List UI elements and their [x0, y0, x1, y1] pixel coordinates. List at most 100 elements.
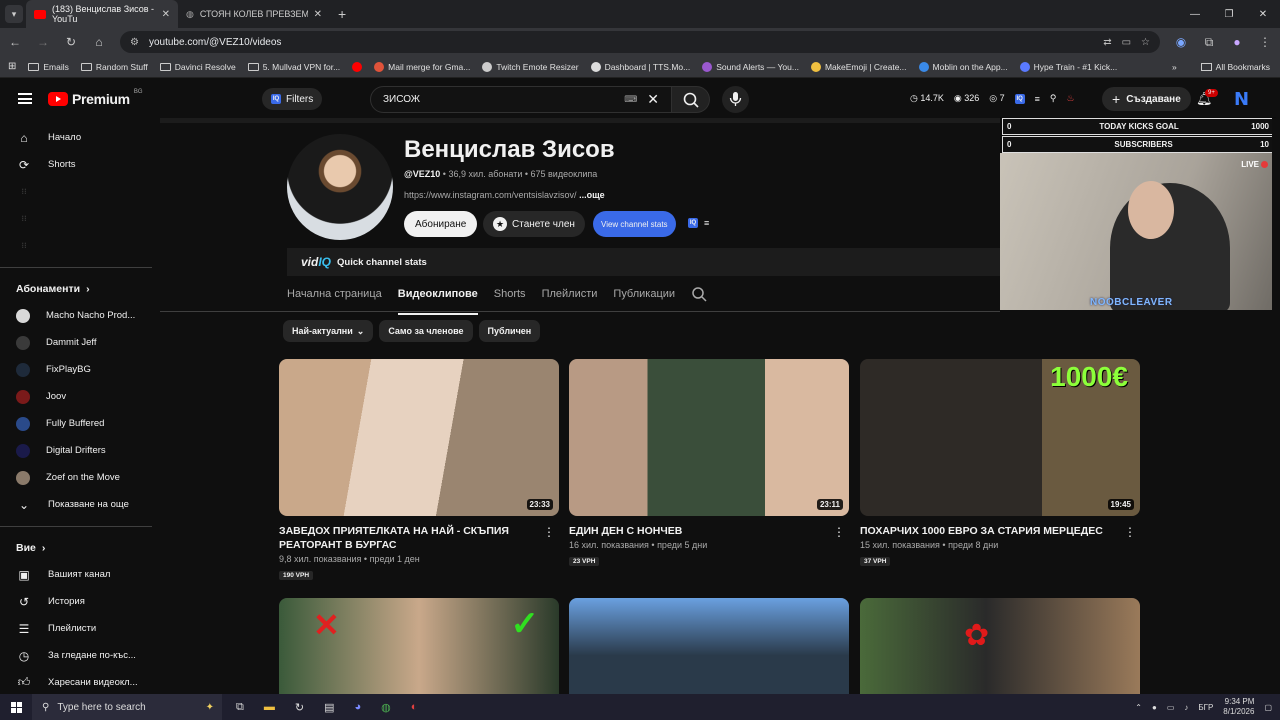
sidebar-item-your-channel[interactable]: ▣ Вашият канал	[0, 561, 160, 588]
taskbar-search[interactable]: ⚲ Type here to search ✦	[32, 694, 222, 720]
app-icon[interactable]: ▤	[324, 701, 334, 714]
vidiq-icon[interactable]: IQ	[1014, 93, 1025, 104]
sidebar-item-liked[interactable]: 👍︎ Харесани видеокл...	[0, 669, 160, 696]
close-tab-icon[interactable]: ✕	[314, 9, 322, 20]
video-thumbnail[interactable]: ✿	[860, 598, 1140, 694]
tools-icon[interactable]: ⚲	[1050, 93, 1057, 104]
video-menu-icon[interactable]: ⋮	[543, 525, 555, 539]
browser-tab[interactable]: ◍ СТОЯН КОЛЕВ ПРЕВЗЕМА ТИ ✕	[178, 0, 330, 28]
channel-description[interactable]: https://www.instagram.com/ventsislavziso…	[404, 190, 605, 200]
search-button[interactable]	[672, 86, 710, 113]
extensions-puzzle-icon[interactable]: ⧉	[1202, 35, 1216, 50]
video-card[interactable]: 23:11 ЕДИН ДЕН С НОНЧЕВ 16 хил. показван…	[569, 359, 849, 568]
video-thumbnail[interactable]: ✕ ✓	[279, 598, 559, 694]
clock[interactable]: 9:34 PM 8/1/2026	[1223, 697, 1254, 717]
channel-avatar[interactable]	[287, 134, 393, 240]
chrome-icon[interactable]: ◍	[381, 701, 391, 714]
video-card[interactable]: 23:33 ЗАВЕДОХ ПРИЯТЕЛКАТА НА НАЙ - СКЪПИ…	[279, 359, 559, 582]
chevron-up-icon[interactable]: ⌃	[1135, 703, 1142, 712]
sidebar-item-shorts[interactable]: ⟳ Shorts	[0, 151, 160, 178]
notification-center-icon[interactable]: ▢	[1264, 703, 1272, 712]
filters-button[interactable]: IQ Filters	[262, 88, 323, 110]
start-button[interactable]	[0, 694, 32, 720]
sidebar-item-watch-later[interactable]: ◷ За гледане по-къс...	[0, 642, 160, 669]
bookmark-item[interactable]: Twitch Emote Resizer	[482, 61, 579, 72]
back-icon[interactable]: ←	[8, 35, 22, 49]
sidebar-item-playlists[interactable]: ☰ Плейлисти	[0, 615, 160, 642]
channel-link[interactable]: https://www.instagram.com/ventsislavziso…	[404, 190, 577, 200]
volume-icon[interactable]: ♪	[1184, 703, 1188, 712]
site-info-icon[interactable]: ⚙	[130, 37, 139, 48]
voice-search-button[interactable]	[722, 86, 749, 113]
bookmark-item[interactable]: Hype Train - #1 Kick...	[1019, 61, 1117, 72]
page-scrollbar[interactable]	[1272, 118, 1280, 694]
bookmark-item[interactable]	[352, 61, 363, 72]
create-button[interactable]: + Създаване	[1102, 87, 1191, 111]
youtube-logo[interactable]: Premium BG	[48, 89, 142, 107]
menu-dots-icon[interactable]: ⋮	[1258, 35, 1272, 49]
video-menu-icon[interactable]: ⋮	[1124, 525, 1136, 539]
account-avatar[interactable]: N	[1234, 89, 1254, 110]
show-more-button[interactable]: ⌄ Показване на още	[0, 491, 160, 518]
tab-search-button[interactable]: ▾	[5, 5, 23, 23]
you-header[interactable]: Вие ›	[0, 535, 160, 561]
vidiq-quick-stats-bar[interactable]: vidIQ Quick channel stats	[287, 248, 1000, 276]
subscribe-button[interactable]: Абониране	[404, 211, 478, 237]
chip-members-only[interactable]: Само за членове	[379, 320, 473, 342]
video-thumbnail[interactable]: 23:11	[569, 359, 849, 516]
video-thumbnail[interactable]: 23:33	[279, 359, 559, 516]
bookmark-item[interactable]: MakeEmoji | Create...	[810, 61, 907, 72]
discord-icon[interactable]: ◕	[354, 701, 361, 714]
bookmark-item[interactable]: Random Stuff	[80, 62, 148, 72]
video-card[interactable]: 1000€ 19:45 ПОХАРЧИХ 1000 ЕВРО ЗА СТАРИЯ…	[860, 359, 1140, 568]
hamburger-menu-icon[interactable]	[18, 93, 32, 104]
bookmark-item[interactable]: Emails	[28, 62, 69, 72]
sidebar-subscription[interactable]: Macho Nacho Prod...	[0, 302, 160, 329]
chip-latest[interactable]: Най-актуални ⌄	[283, 320, 374, 342]
chip-public[interactable]: Публичен	[478, 320, 541, 342]
keyboard-icon[interactable]: ⌨	[624, 94, 637, 105]
translate-icon[interactable]: ⇄	[1103, 37, 1111, 48]
bookmark-item[interactable]: 5. Mullvad VPN for...	[247, 62, 340, 72]
bookmark-item[interactable]: Davinci Resolve	[159, 62, 236, 72]
profile-icon[interactable]: ●	[1230, 35, 1244, 49]
join-button[interactable]: ★ Станете член	[483, 211, 585, 237]
close-window-button[interactable]: ✕	[1246, 9, 1280, 20]
restore-button[interactable]: ❐	[1212, 9, 1246, 20]
subscriptions-header[interactable]: Абонаменти ›	[0, 276, 160, 302]
minimize-button[interactable]: —	[1178, 9, 1212, 20]
close-tab-icon[interactable]: ✕	[162, 9, 170, 20]
alert-icon[interactable]: ♨	[1067, 93, 1075, 104]
bookmark-item[interactable]: Sound Alerts — You...	[702, 61, 799, 72]
extension-icon[interactable]: ◉	[1174, 35, 1188, 49]
all-bookmarks[interactable]: » All Bookmarks	[1172, 62, 1270, 72]
reload-icon[interactable]: ↻	[64, 35, 78, 49]
search-input[interactable]: ЗИСОЖ ⌨ ✕	[370, 86, 672, 113]
video-title[interactable]: ЕДИН ДЕН С НОНЧЕВ	[569, 524, 849, 538]
sidebar-item-home[interactable]: ⌂ Начало	[0, 124, 160, 151]
list-icon[interactable]: ≡	[704, 218, 709, 228]
sidebar-subscription[interactable]: Fully Buffered	[0, 410, 160, 437]
obs-icon[interactable]: ◐	[411, 701, 418, 714]
forward-icon[interactable]: →	[36, 35, 50, 49]
cast-icon[interactable]: ▭	[1122, 37, 1131, 48]
more-link[interactable]: ...още	[579, 190, 605, 200]
url-bar[interactable]: ⚙ youtube.com/@VEZ10/videos ⇄ ▭ ☆	[120, 31, 1160, 53]
video-title[interactable]: ЗАВЕДОХ ПРИЯТЕЛКАТА НА НАЙ - СКЪПИЯ РЕАТ…	[279, 524, 559, 552]
bookmark-star-icon[interactable]: ☆	[1141, 37, 1150, 48]
bookmark-item[interactable]: Dashboard | TTS.Mo...	[590, 61, 690, 72]
video-menu-icon[interactable]: ⋮	[833, 525, 845, 539]
sidebar-subscription[interactable]: Dammit Jeff	[0, 329, 160, 356]
vidiq-icon[interactable]: IQ	[688, 218, 698, 228]
video-thumbnail[interactable]	[569, 598, 849, 694]
bookmark-item[interactable]: Mail merge for Gma...	[374, 61, 470, 72]
sidebar-subscription[interactable]: Joov	[0, 383, 160, 410]
sidebar-subscription[interactable]: Zoef on the Move	[0, 464, 160, 491]
clear-search-icon[interactable]: ✕	[647, 91, 659, 108]
sidebar-item-history[interactable]: ↺ История	[0, 588, 160, 615]
file-explorer-icon[interactable]: ▬	[264, 701, 275, 714]
sidebar-subscription[interactable]: Digital Drifters	[0, 437, 160, 464]
list-icon[interactable]: ≡	[1035, 94, 1040, 104]
bookmark-item[interactable]: Moblin on the App...	[918, 61, 1008, 72]
network-icon[interactable]: ▭	[1167, 703, 1175, 712]
